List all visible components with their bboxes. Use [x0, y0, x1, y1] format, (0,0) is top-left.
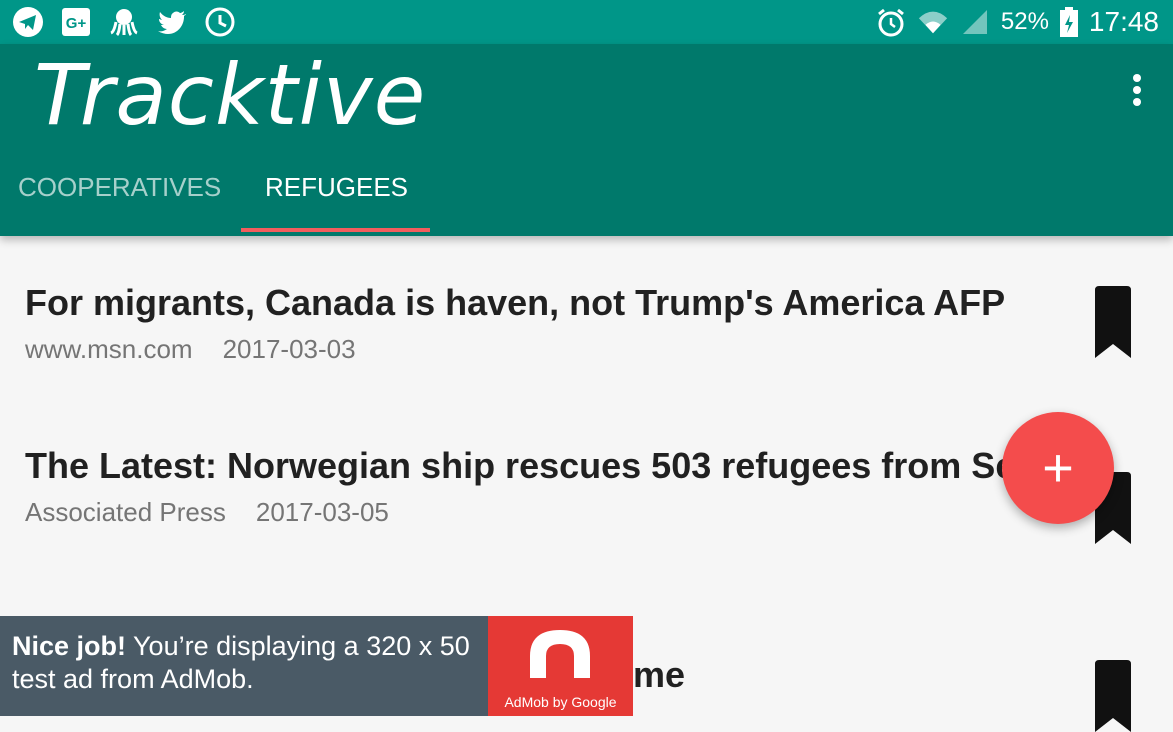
- bookmark-icon[interactable]: [1093, 660, 1133, 732]
- notification-icons: G+: [12, 4, 236, 40]
- article-date: 2017-03-05: [255, 497, 389, 527]
- ad-text: Nice job! You’re displaying a 320 x 50 t…: [12, 630, 482, 696]
- google-plus-icon: G+: [60, 6, 92, 38]
- admob-caption: AdMob by Google: [504, 694, 617, 710]
- admob-icon: [530, 630, 590, 678]
- clock-time: 17:48: [1088, 6, 1159, 37]
- wifi-icon: [917, 6, 949, 38]
- article-item[interactable]: For migrants, Canada is haven, not Trump…: [25, 280, 1075, 365]
- app-title: Tracktive: [34, 46, 427, 144]
- article-title: For migrants, Canada is haven, not Trump…: [25, 282, 1006, 323]
- signal-icon: [959, 6, 991, 38]
- battery-percent: 52%: [1000, 8, 1049, 35]
- octopus-icon: [108, 6, 140, 38]
- tab-refugees[interactable]: REFUGEES: [265, 172, 408, 203]
- overflow-menu-icon[interactable]: [1129, 74, 1145, 114]
- article-date: 2017-03-03: [222, 334, 356, 364]
- clock-icon: [204, 6, 236, 38]
- alarm-icon: [875, 6, 907, 38]
- tab-cooperatives[interactable]: COOPERATIVES: [18, 172, 221, 203]
- article-title: The Latest: Norwegian ship rescues 503 r…: [25, 445, 1036, 486]
- article-meta: Associated Press 2017-03-05: [25, 497, 1085, 528]
- svg-text:G+: G+: [66, 15, 87, 32]
- admob-logo[interactable]: AdMob by Google: [488, 616, 633, 716]
- twitter-icon: [156, 6, 188, 38]
- battery-icon: [1059, 6, 1079, 38]
- tab-indicator: [241, 228, 430, 232]
- article-source: Associated Press: [25, 497, 226, 527]
- article-meta: www.msn.com 2017-03-03: [25, 334, 1075, 365]
- bookmark-icon[interactable]: [1093, 286, 1133, 358]
- status-bar: G+ 52% 17:48: [0, 0, 1173, 44]
- ad-strong-text: Nice job!: [12, 631, 127, 661]
- article-title: me: [633, 654, 686, 695]
- system-icons: 52% 17:48: [875, 4, 1159, 40]
- telegram-icon: [12, 6, 44, 38]
- ad-banner[interactable]: Nice job! You’re displaying a 320 x 50 t…: [0, 616, 633, 716]
- add-fab-button[interactable]: +: [1002, 412, 1114, 524]
- article-item[interactable]: me: [633, 652, 685, 698]
- app-bar: Tracktive COOPERATIVES REFUGEES: [0, 44, 1173, 236]
- article-source: www.msn.com: [25, 334, 193, 364]
- article-item[interactable]: The Latest: Norwegian ship rescues 503 r…: [25, 443, 1085, 593]
- plus-icon: +: [1042, 438, 1074, 498]
